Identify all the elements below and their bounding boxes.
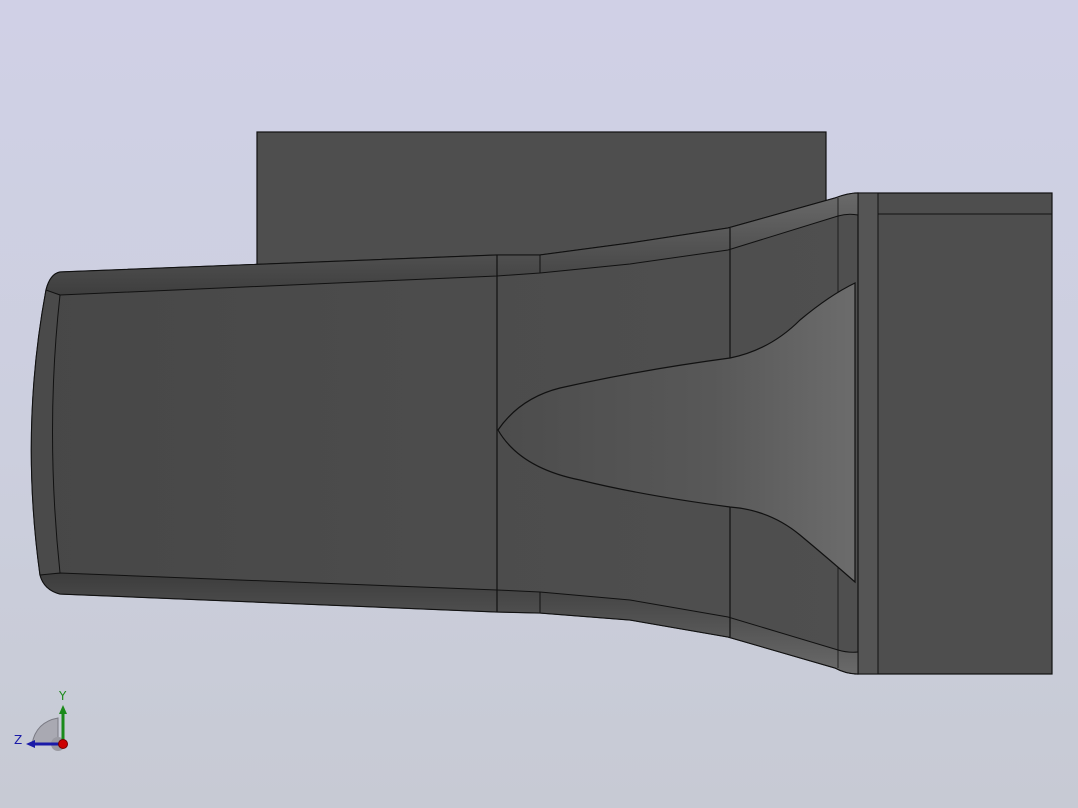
y-axis-label: Y [58, 689, 67, 703]
z-axis-arrow [26, 740, 35, 748]
graphics-viewport[interactable]: Y Z [0, 0, 1078, 808]
triad-graphic: Y Z [14, 689, 68, 751]
view-orientation-triad-icon[interactable]: Y Z [10, 686, 80, 756]
right-flange-face[interactable] [854, 192, 1053, 675]
x-axis-dot [58, 739, 68, 749]
cad-model[interactable] [0, 0, 1078, 808]
z-axis-label: Z [14, 733, 22, 747]
y-axis-arrow [59, 705, 67, 714]
